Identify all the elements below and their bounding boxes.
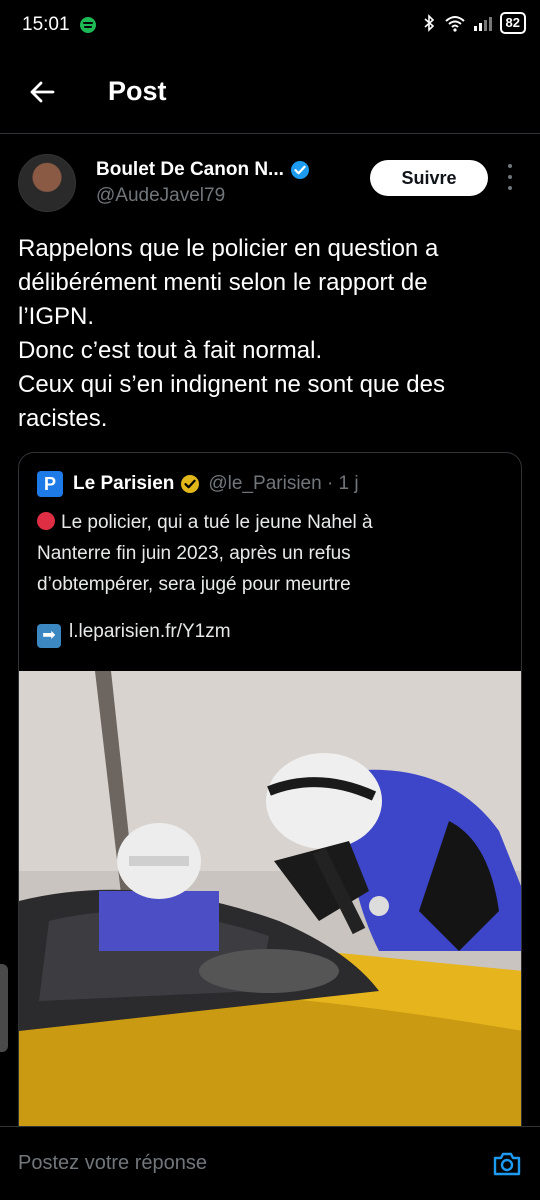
signal-icon <box>473 15 492 31</box>
post-text-line: l’IGPN. <box>18 303 95 330</box>
battery-icon: 82 <box>499 12 526 34</box>
quoted-post-header: P Le Parisien @le_Parisien · 1 j <box>19 453 521 497</box>
verified-icon <box>290 161 309 179</box>
post-text-line: racistes. <box>18 405 108 432</box>
right-arrow-icon: ➡ <box>37 624 61 648</box>
reply-input[interactable]: Postez votre réponse <box>18 1152 492 1175</box>
author-row: Boulet De Canon N... @AudeJavel79 Suivre <box>18 152 522 214</box>
quoted-author-name: Le Parisien <box>73 473 175 494</box>
quoted-text-line: Le policier, qui a tué le jeune Nahel à <box>61 512 373 533</box>
post-text-line: Ceux qui s’en indignent ne sont que des <box>18 371 445 398</box>
back-arrow-icon[interactable] <box>28 78 56 106</box>
quoted-text-line: Nanterre fin juin 2023, après un refus <box>37 543 351 564</box>
edge-handle[interactable] <box>0 964 8 1052</box>
reply-bar: Postez votre réponse <box>0 1126 540 1200</box>
status-bar: 15:01 82 <box>0 0 540 50</box>
quoted-text-line: d’obtempérer, sera jugé pour meurtre <box>37 574 351 595</box>
le-parisien-logo-icon: P <box>37 471 63 497</box>
follow-button[interactable]: Suivre <box>370 160 488 196</box>
red-circle-icon <box>37 512 55 530</box>
author-name[interactable]: Boulet De Canon N... <box>96 159 284 181</box>
spotify-icon <box>79 17 96 33</box>
author-info: Boulet De Canon N... @AudeJavel79 <box>96 159 310 207</box>
quoted-post-text: Le policier, qui a tué le jeune Nahel à … <box>19 497 521 648</box>
more-options-icon[interactable] <box>500 164 520 190</box>
post-text-line: Rappelons que le policier en question a <box>18 235 439 262</box>
author-handle[interactable]: @AudeJavel79 <box>96 185 310 207</box>
quoted-link[interactable]: l.leparisien.fr/Y1zm <box>69 621 231 642</box>
status-icons: 82 <box>422 12 526 34</box>
quoted-post[interactable]: P Le Parisien @le_Parisien · 1 j Le poli… <box>18 452 522 1142</box>
gold-verified-icon <box>181 475 200 493</box>
post: Boulet De Canon N... @AudeJavel79 Suivre… <box>0 134 540 1142</box>
post-text-line: Donc c’est tout à fait normal. <box>18 337 323 364</box>
status-time: 15:01 <box>22 14 70 35</box>
top-bar: Post <box>0 50 540 134</box>
quoted-post-image[interactable] <box>19 671 521 1141</box>
post-text: Rappelons que le policier en question a … <box>18 232 522 436</box>
post-text-line: délibérément menti selon le rapport de <box>18 269 428 296</box>
page-title: Post <box>108 76 167 106</box>
quoted-author-handle: @le_Parisien · 1 j <box>208 473 359 494</box>
wifi-icon <box>444 16 465 32</box>
avatar[interactable] <box>18 154 76 212</box>
camera-icon[interactable] <box>492 1151 522 1177</box>
bluetooth-icon <box>424 14 434 32</box>
